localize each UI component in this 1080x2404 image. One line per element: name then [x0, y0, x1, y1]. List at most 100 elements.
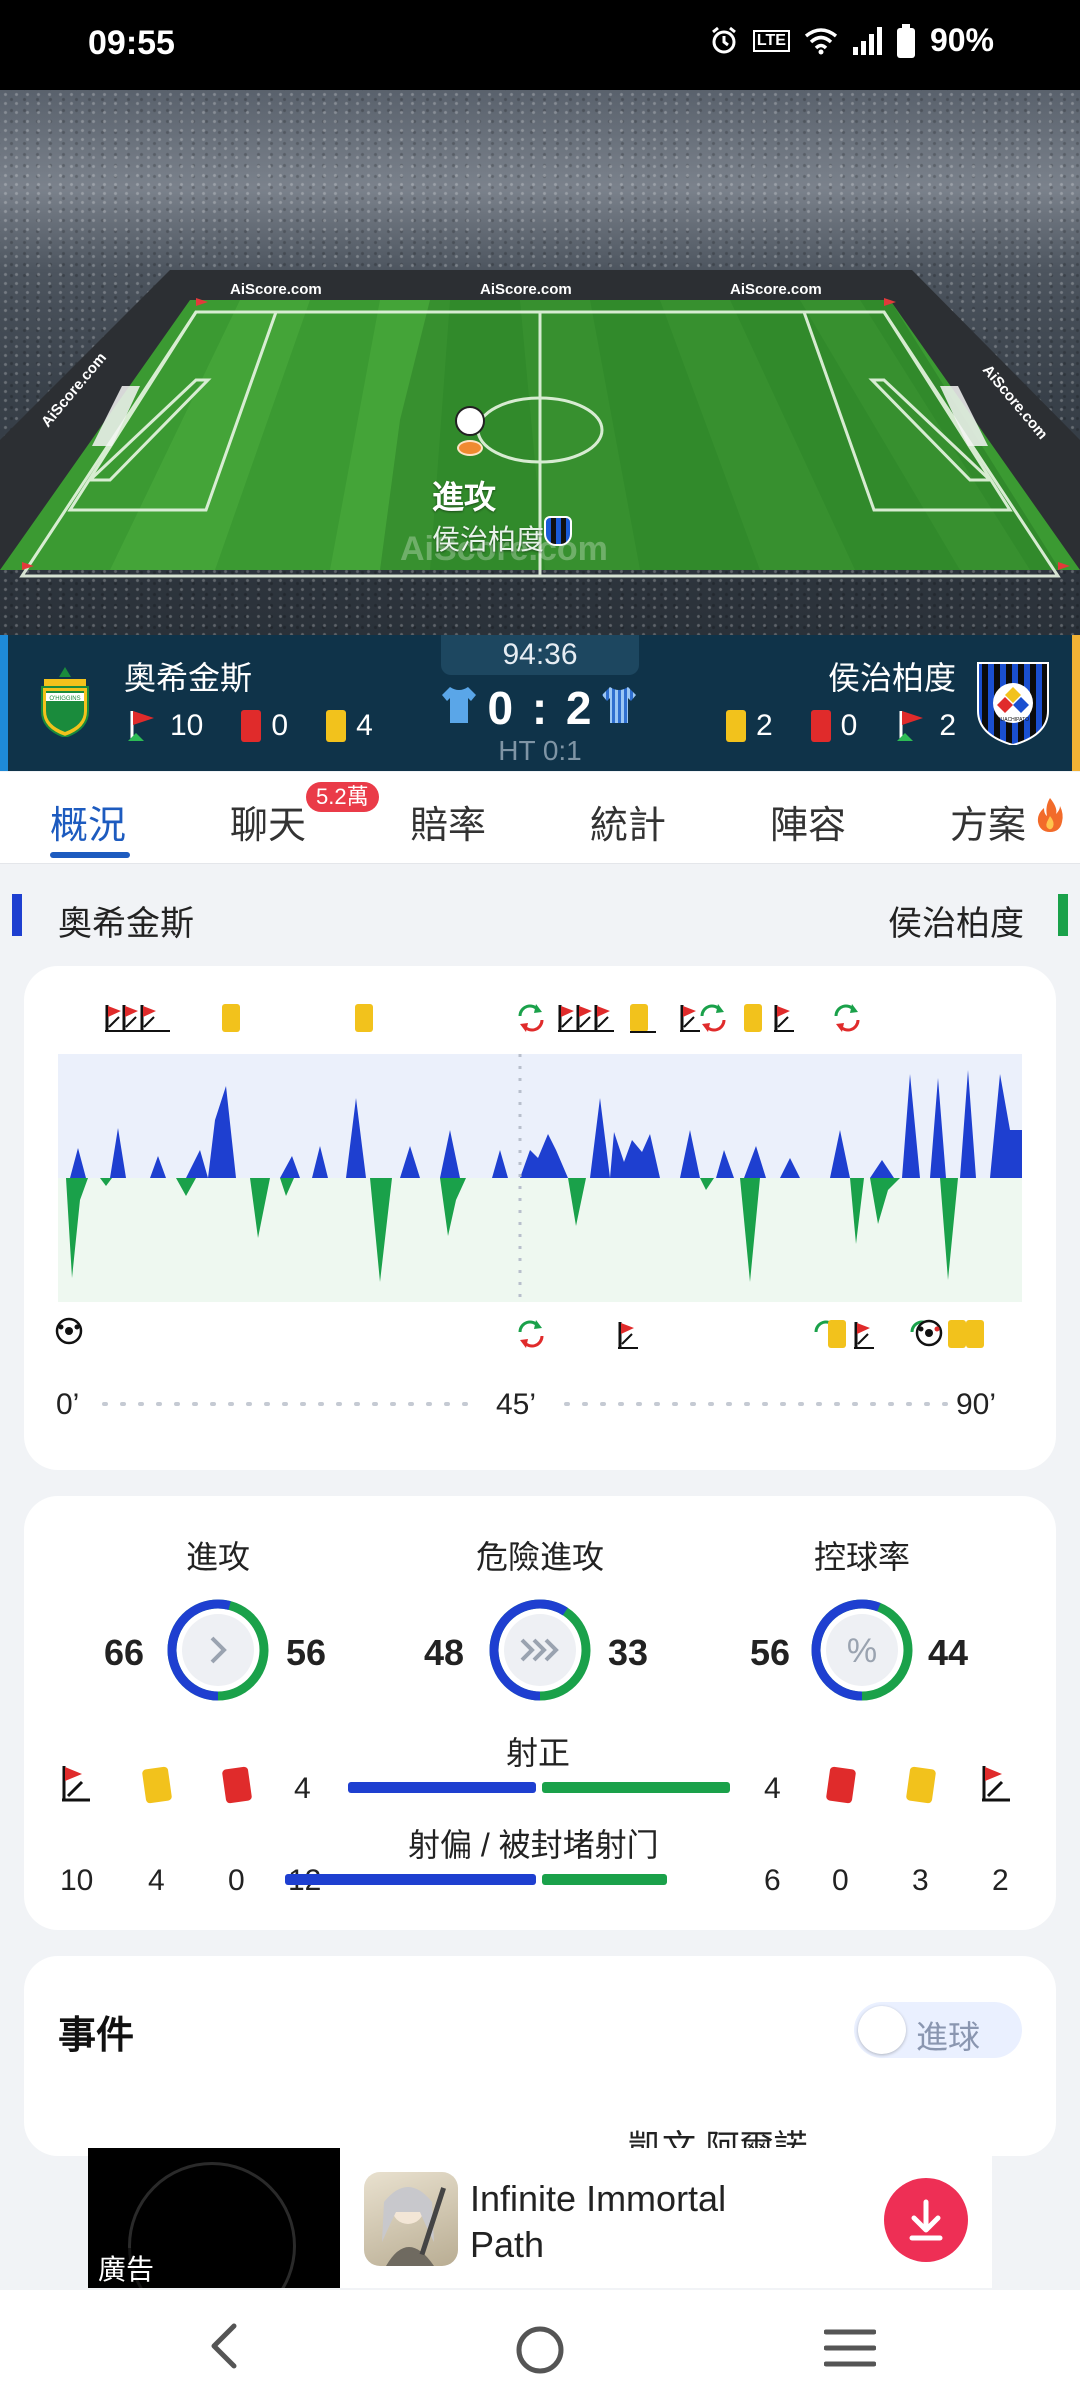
battery-icon	[896, 23, 915, 58]
pitch-event-title: 進攻	[432, 479, 497, 515]
shots-on-target-label: 射正	[506, 1735, 571, 1771]
fire-icon	[1037, 798, 1063, 832]
home-logo-text: O'HIGGINS	[49, 696, 80, 702]
ad-video-thumbnail[interactable]: 廣告	[88, 2148, 340, 2288]
attack-stat-title: 進攻	[185, 1539, 250, 1575]
battery-percent: 90%	[929, 22, 994, 58]
corner-icon	[982, 1766, 1010, 1802]
yellow-card-icon	[141, 1766, 173, 1804]
tab-chat[interactable]: 聊天	[230, 794, 306, 849]
system-nav-bar	[0, 2290, 1080, 2404]
scoreboard: O'HIGGINS 奧希金斯 10 0 4 94:36 0 : 2 HT 0:1…	[0, 635, 1080, 771]
away-team-stats: 2 0 2	[725, 707, 956, 745]
tab-overview[interactable]: 概況	[50, 794, 126, 849]
dangerous-attack-away-value: 33	[608, 1632, 649, 1673]
ball-icon	[455, 406, 485, 436]
red-card-icon	[241, 710, 262, 742]
tab-odds[interactable]: 賠率	[410, 794, 486, 849]
home-team-name[interactable]: 奧希金斯	[124, 653, 252, 699]
goals-only-toggle[interactable]: 進球	[854, 2002, 1022, 2058]
events-title: 事件	[58, 2015, 135, 2057]
away-color-stripe	[1072, 635, 1080, 771]
chat-count-badge: 5.2萬	[306, 782, 379, 812]
away-corners: 2	[939, 709, 956, 742]
percent-icon: %	[847, 1632, 877, 1670]
recent-apps-icon[interactable]	[824, 2328, 876, 2368]
match-timer: 94:36	[441, 635, 639, 675]
possession-away-value: 44	[928, 1632, 969, 1673]
shots-on-target-home-bar	[348, 1782, 536, 1793]
home-shirt-icon	[442, 687, 476, 723]
away-corners-count: 2	[992, 1864, 1009, 1897]
home-corners: 10	[170, 709, 204, 742]
ad-banner[interactable]: 廣告 Infinite Immortal Path	[88, 2148, 992, 2288]
home-color-stripe	[0, 635, 8, 771]
away-red-count: 0	[832, 1864, 849, 1897]
red-card-icon	[221, 1766, 253, 1804]
dangerous-attack-stat-title: 危險進攻	[475, 1539, 604, 1575]
red-card-icon	[810, 710, 831, 742]
shots-off-home-bar	[284, 1874, 536, 1885]
yellow-card-icon	[326, 710, 347, 742]
yellow-card-icon	[905, 1766, 937, 1804]
corner-flag-icon	[897, 711, 924, 741]
away-shirt-icon	[602, 687, 636, 723]
home-legend-color	[12, 894, 22, 936]
away-legend-name: 侯治柏度	[888, 905, 1024, 943]
toggle-label: 進球	[916, 2019, 981, 2055]
attack-ring	[167, 1599, 269, 1701]
corner-flag-icon	[128, 711, 154, 741]
away-red-cards: 0	[840, 709, 858, 742]
timeline-mid-label: 45’	[496, 1388, 537, 1421]
home-legend-name: 奧希金斯	[58, 905, 194, 943]
home-team-stats: 10 0 4	[126, 707, 373, 745]
status-time: 09:55	[88, 24, 175, 62]
dangerous-attack-home-value: 48	[424, 1632, 465, 1673]
yellow-card-icon	[725, 710, 746, 742]
ad-board-2: AiScore.com	[480, 281, 572, 298]
possession-stat-title: 控球率	[813, 1539, 910, 1575]
away-legend-color	[1058, 894, 1068, 936]
ad-app-name[interactable]: Infinite Immortal Path	[470, 2176, 790, 2268]
home-corners-count: 10	[60, 1864, 94, 1897]
shots-on-target-away: 4	[764, 1772, 781, 1805]
away-yellow-count: 3	[912, 1864, 929, 1897]
home-icon[interactable]	[514, 2324, 566, 2376]
timeline-end-label: 90’	[956, 1388, 997, 1421]
download-icon	[909, 2199, 943, 2241]
tab-plans[interactable]: 方案	[950, 794, 1026, 849]
tab-stats[interactable]: 統計	[590, 794, 666, 849]
shots-off-label: 射偏 / 被封堵射门	[408, 1827, 659, 1863]
possession-home-value: 56	[750, 1632, 791, 1673]
tab-bar: 概況 聊天 5.2萬 賠率 統計 陣容 方案	[0, 772, 1080, 864]
home-yellow-count: 4	[148, 1864, 165, 1897]
home-yellow-cards: 4	[356, 709, 373, 742]
home-red-count: 0	[228, 1864, 245, 1897]
active-tab-indicator	[50, 852, 130, 858]
home-red-cards: 0	[271, 709, 289, 742]
away-team-badge-icon	[544, 516, 572, 546]
ad-board-1: AiScore.com	[230, 281, 322, 298]
ad-download-button[interactable]	[884, 2178, 968, 2262]
shots-off-away-bar	[542, 1874, 667, 1885]
match-score: 0 : 2	[487, 682, 595, 734]
toggle-knob	[858, 2006, 906, 2054]
half-time-score: HT 0:1	[498, 735, 582, 766]
signal-icon	[852, 26, 882, 55]
back-icon[interactable]	[206, 2320, 242, 2372]
ad-label: 廣告	[94, 2248, 159, 2288]
tab-lineup[interactable]: 陣容	[770, 794, 846, 849]
away-team-name[interactable]: 侯治柏度	[828, 653, 956, 699]
live-pitch: AiScore.com AiScore.com AiScore.com AiSc…	[0, 90, 1080, 635]
wifi-icon	[804, 27, 838, 54]
dangerous-attack-ring	[489, 1599, 591, 1701]
red-card-icon	[825, 1766, 857, 1804]
away-team-logo: HUACHIPATO	[977, 662, 1049, 745]
team-legend-row: 奧希金斯 侯治柏度	[0, 880, 1080, 950]
lte-icon: LTE	[752, 29, 790, 52]
away-logo-text: HUACHIPATO	[997, 717, 1029, 723]
home-team-logo: O'HIGGINS	[41, 667, 89, 737]
alarm-icon	[711, 26, 736, 53]
ad-app-icon[interactable]	[364, 2172, 458, 2266]
momentum-timeline-card	[24, 966, 1056, 1470]
